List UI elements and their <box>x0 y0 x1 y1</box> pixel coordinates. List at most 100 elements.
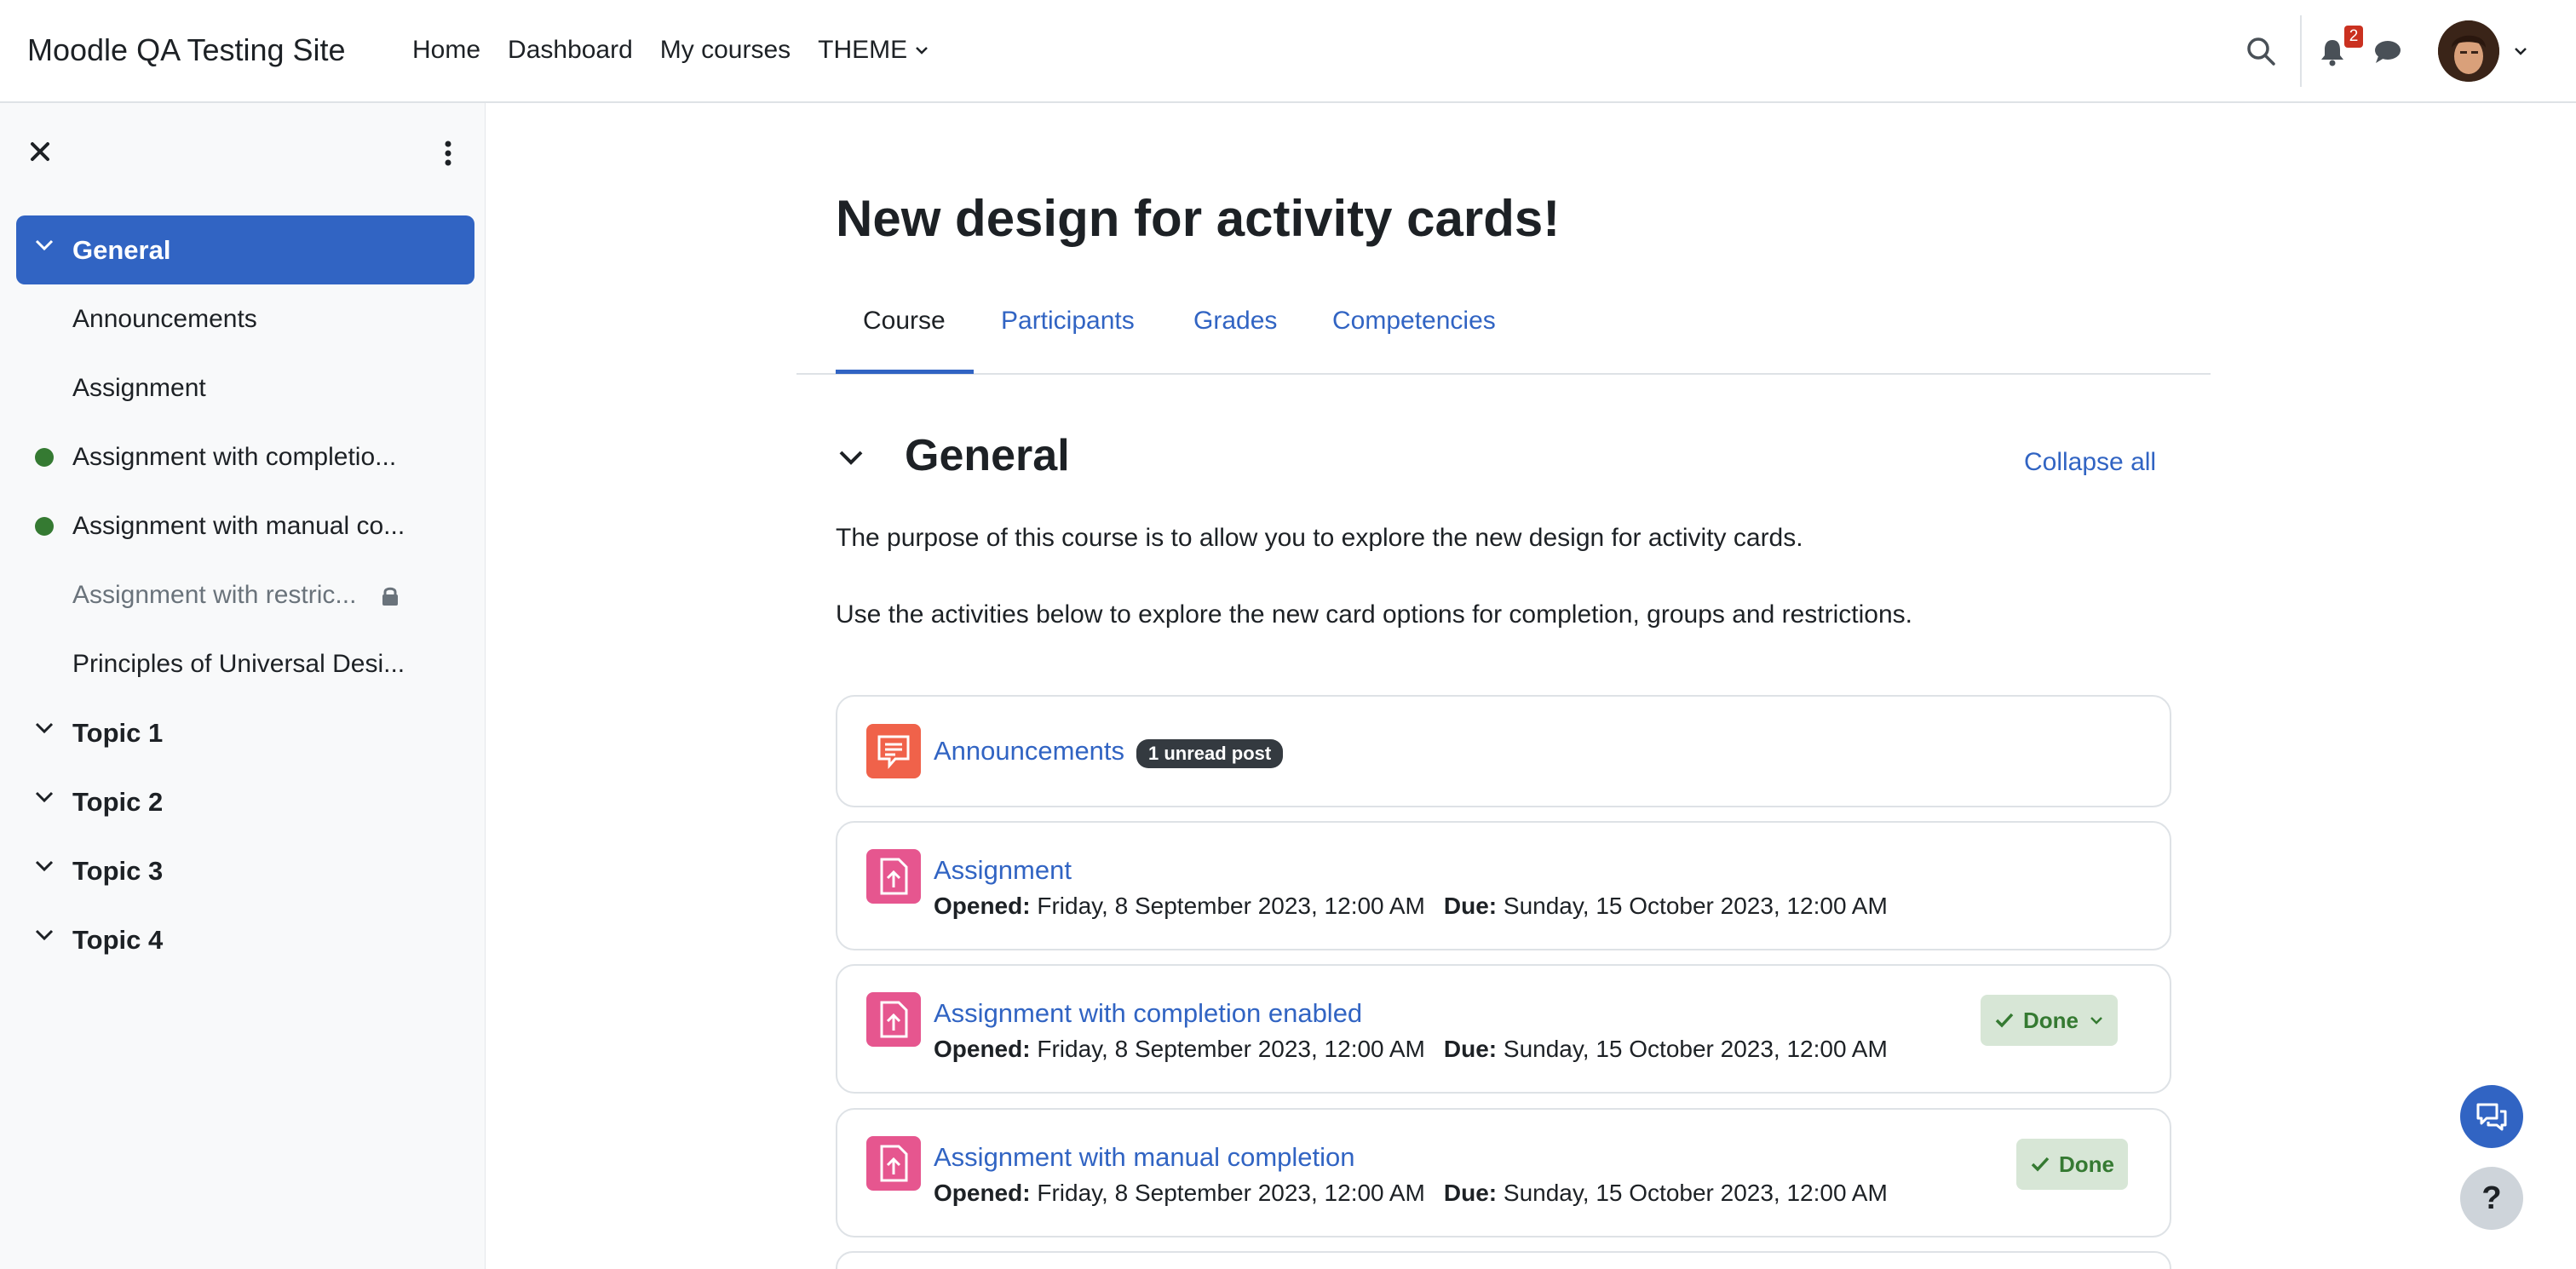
check-icon <box>2031 1157 2050 1172</box>
chevron-down-icon[interactable] <box>33 927 55 943</box>
more-options-icon[interactable] <box>445 141 451 166</box>
item-label: Announcements <box>72 304 257 333</box>
course-tabs: Course Participants Grades Competencies <box>796 281 2211 375</box>
nav-theme-label: THEME <box>818 36 908 64</box>
section-summary-line: Use the activities below to explore the … <box>836 600 1912 629</box>
section-label: Topic 3 <box>72 855 164 886</box>
section-label: Topic 4 <box>72 924 164 955</box>
chat-button[interactable] <box>2460 1085 2523 1148</box>
messages-icon[interactable] <box>2373 39 2402 65</box>
activity-dates: Opened: Friday, 8 September 2023, 12:00 … <box>934 893 1888 920</box>
item-label: Assignment with completio... <box>72 442 397 471</box>
activity-card-announcements: Announcements 1 unread post <box>836 695 2171 807</box>
course-index-item-assignment-completion[interactable]: Assignment with completio... <box>16 422 474 491</box>
user-avatar-image <box>2438 20 2499 82</box>
nav-theme-menu[interactable]: THEME <box>818 36 929 65</box>
nav-home[interactable]: Home <box>412 36 480 65</box>
course-index-section-topic-2[interactable]: Topic 2 <box>16 767 474 836</box>
tab-participants[interactable]: Participants <box>1001 307 1135 336</box>
assignment-icon <box>866 992 921 1047</box>
active-tab-indicator <box>836 370 974 374</box>
due-label: Due: <box>1443 1036 1498 1062</box>
top-navbar: Moodle QA Testing Site Home Dashboard My… <box>0 0 2576 103</box>
course-index-section-general[interactable]: General <box>16 215 474 284</box>
navbar-divider <box>2300 15 2302 87</box>
course-index-item-assignment[interactable]: Assignment <box>16 353 474 422</box>
activity-link[interactable]: Assignment with completion enabled <box>934 998 1362 1029</box>
check-icon <box>1995 1013 2014 1028</box>
chevron-down-icon[interactable] <box>33 790 55 805</box>
course-index-section-topic-1[interactable]: Topic 1 <box>16 698 474 767</box>
course-index-item-assignment-restricted[interactable]: Assignment with restric... <box>16 560 474 629</box>
nav-my-courses[interactable]: My courses <box>660 36 791 65</box>
course-index: General Announcements Assignment Assignm… <box>16 215 474 974</box>
chevron-down-icon <box>916 47 929 55</box>
activity-card-assignment-manual: Assignment with manual completion Opened… <box>836 1108 2171 1237</box>
user-menu-chevron-icon[interactable] <box>2513 46 2528 56</box>
item-label: Assignment <box>72 373 206 402</box>
activity-dates: Opened: Friday, 8 September 2023, 12:00 … <box>934 1036 1888 1063</box>
help-button[interactable]: ? <box>2460 1167 2523 1230</box>
tab-course[interactable]: Course <box>863 307 946 336</box>
course-index-section-topic-4[interactable]: Topic 4 <box>16 905 474 974</box>
section-label: General <box>72 234 171 265</box>
lock-icon <box>382 587 398 606</box>
activity-link[interactable]: Assignment <box>934 855 1072 886</box>
course-index-drawer: General Announcements Assignment Assignm… <box>0 103 486 1269</box>
due-label: Due: <box>1443 1180 1498 1206</box>
due-date: Sunday, 15 October 2023, 12:00 AM <box>1503 1036 1888 1062</box>
course-index-section-topic-3[interactable]: Topic 3 <box>16 836 474 905</box>
item-label: Assignment with manual co... <box>72 511 405 540</box>
due-label: Due: <box>1443 893 1498 919</box>
chevron-down-icon[interactable] <box>836 447 866 468</box>
section-title: General <box>905 431 1070 480</box>
chat-icon <box>2476 1103 2507 1131</box>
unread-post-badge: 1 unread post <box>1136 739 1284 768</box>
site-name[interactable]: Moodle QA Testing Site <box>27 32 346 68</box>
forum-icon <box>866 724 921 778</box>
user-avatar[interactable] <box>2438 20 2499 82</box>
collapse-all-link[interactable]: Collapse all <box>2024 448 2156 477</box>
completion-dropdown-button[interactable]: Done <box>1981 995 2118 1046</box>
notification-count-badge: 2 <box>2344 26 2363 48</box>
opened-date: Friday, 8 September 2023, 12:00 AM <box>1037 1180 1425 1206</box>
course-index-item-principles[interactable]: Principles of Universal Desi... <box>16 629 474 698</box>
activity-link[interactable]: Announcements <box>934 736 1124 767</box>
activity-link[interactable]: Assignment with manual completion <box>934 1142 1355 1173</box>
opened-label: Opened: <box>934 1036 1031 1062</box>
tab-grades[interactable]: Grades <box>1193 307 1277 336</box>
section-label: Topic 2 <box>72 786 164 817</box>
activity-card-partial <box>836 1251 2171 1269</box>
activity-dates: Opened: Friday, 8 September 2023, 12:00 … <box>934 1180 1888 1207</box>
opened-date: Friday, 8 September 2023, 12:00 AM <box>1037 1036 1425 1062</box>
due-date: Sunday, 15 October 2023, 12:00 AM <box>1503 893 1888 919</box>
completion-dot-icon <box>35 516 54 536</box>
completion-label: Done <box>2023 1007 2079 1033</box>
course-index-item-assignment-manual[interactable]: Assignment with manual co... <box>16 491 474 560</box>
help-icon: ? <box>2481 1180 2502 1216</box>
assignment-icon <box>866 1136 921 1191</box>
opened-label: Opened: <box>934 893 1031 919</box>
section-label: Topic 1 <box>72 717 164 748</box>
activity-card-assignment: Assignment Opened: Friday, 8 September 2… <box>836 821 2171 950</box>
completion-dot-icon <box>35 447 54 467</box>
nav-dashboard[interactable]: Dashboard <box>508 36 633 65</box>
course-index-item-announcements[interactable]: Announcements <box>16 284 474 353</box>
chevron-down-icon <box>2090 1017 2102 1025</box>
chevron-down-icon[interactable] <box>33 858 55 874</box>
opened-date: Friday, 8 September 2023, 12:00 AM <box>1037 893 1425 919</box>
close-icon[interactable] <box>29 141 51 163</box>
section-summary-line: The purpose of this course is to allow y… <box>836 524 1803 552</box>
opened-label: Opened: <box>934 1180 1031 1206</box>
bell-icon[interactable] <box>2319 37 2346 66</box>
tab-competencies[interactable]: Competencies <box>1332 307 1496 336</box>
chevron-down-icon[interactable] <box>33 238 55 253</box>
due-date: Sunday, 15 October 2023, 12:00 AM <box>1503 1180 1888 1206</box>
manual-completion-button[interactable]: Done <box>2016 1139 2128 1190</box>
activity-card-assignment-completion: Assignment with completion enabled Opene… <box>836 964 2171 1094</box>
search-icon[interactable] <box>2245 36 2276 66</box>
completion-label: Done <box>2059 1151 2114 1177</box>
item-label: Assignment with restric... <box>72 580 357 609</box>
page-title: New design for activity cards! <box>836 190 1561 247</box>
chevron-down-icon[interactable] <box>33 721 55 736</box>
